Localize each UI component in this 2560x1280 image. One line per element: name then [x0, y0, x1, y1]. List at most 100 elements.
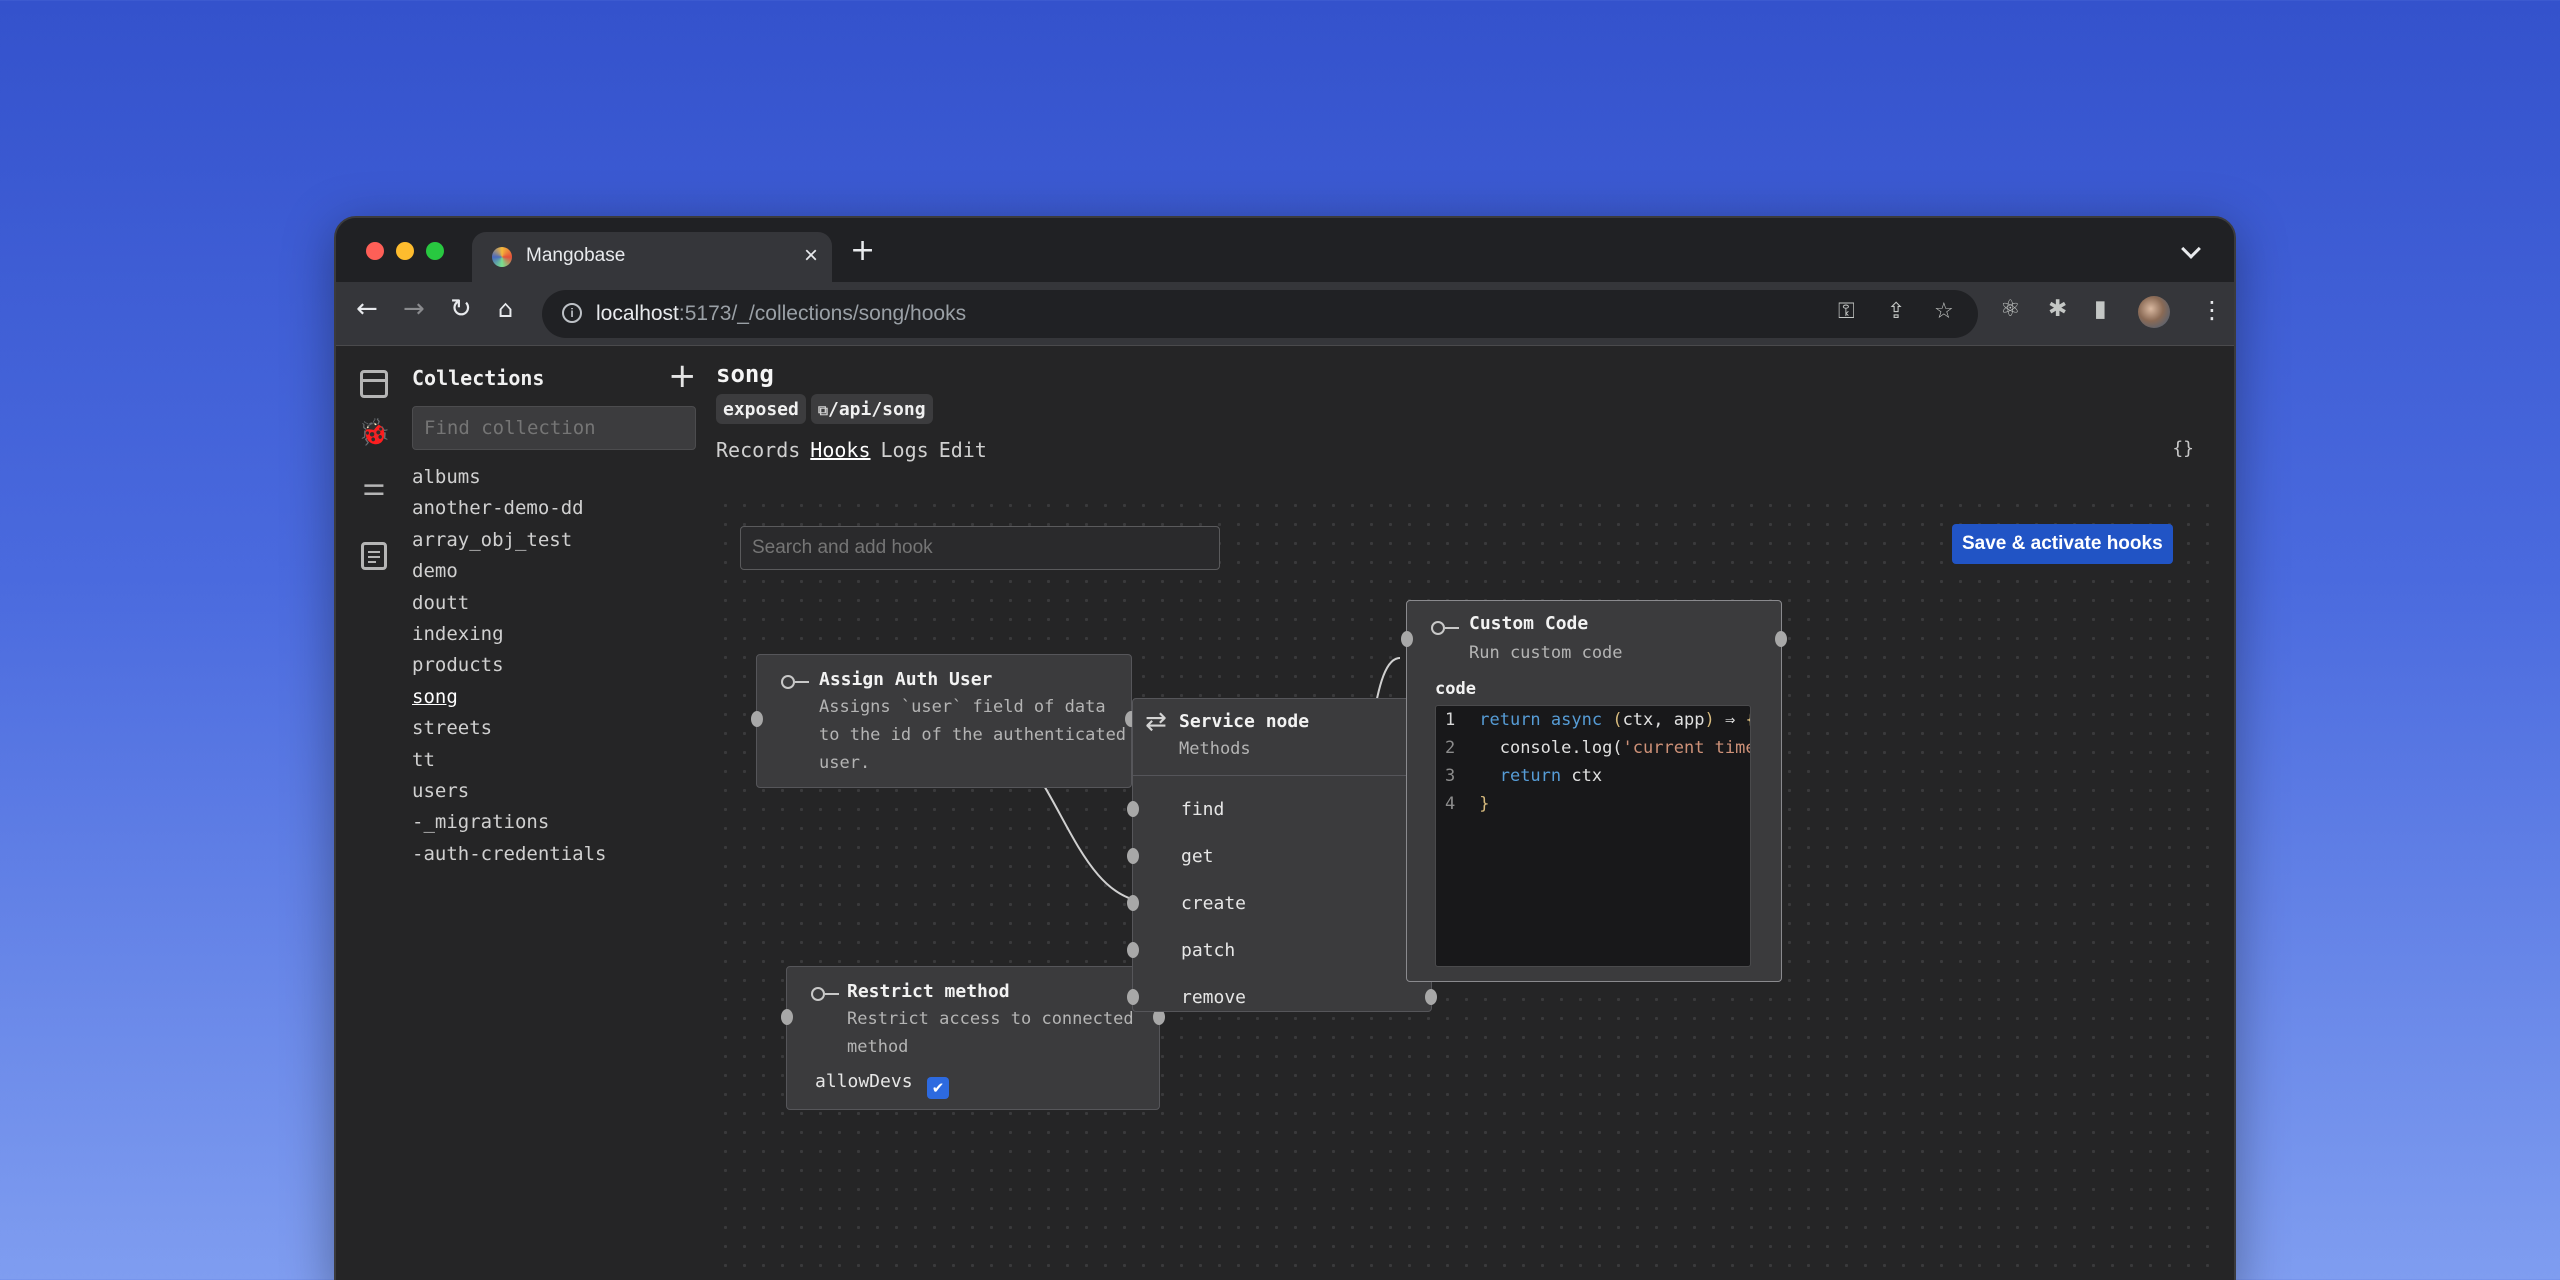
collection-item-migrations[interactable]: -_migrations — [412, 807, 606, 838]
maximize-window-button[interactable] — [426, 242, 444, 260]
remove-output-port[interactable] — [1425, 989, 1437, 1005]
profile-avatar[interactable] — [2138, 296, 2170, 328]
collection-tabs: Records Hooks Logs Edit — [716, 438, 997, 462]
patch-input-port[interactable] — [1127, 942, 1139, 958]
tab-strip: Mangobase × + — [336, 218, 2234, 282]
swap-arrows-icon: ⇄ — [1145, 707, 1167, 737]
code-line-3: 3 return ctx — [1445, 766, 1603, 786]
collection-item-another-demo-dd[interactable]: another-demo-dd — [412, 493, 606, 524]
new-tab-button[interactable]: + — [850, 233, 875, 268]
node-description: Restrict access to connected method — [847, 1009, 1134, 1057]
node-title: Custom Code — [1469, 613, 1589, 634]
code-line-4: 4 } — [1445, 794, 1490, 814]
reload-icon[interactable]: ↻ — [450, 294, 472, 324]
code-field-label: code — [1435, 679, 1476, 699]
tab-hooks[interactable]: Hooks — [810, 438, 870, 462]
site-info-icon[interactable]: i — [562, 303, 582, 323]
share-icon[interactable]: ⇪ — [1887, 299, 1905, 324]
key-icon[interactable]: ⚿ — [1838, 299, 1855, 324]
mangobase-app: 🐞 ⚌ Collections + albums another-demo-dd… — [336, 346, 2234, 1280]
input-port[interactable] — [751, 711, 763, 727]
react-devtools-icon[interactable]: ⚛ — [2000, 296, 2021, 322]
remove-input-port[interactable] — [1127, 989, 1139, 1005]
tab-title: Mangobase — [526, 245, 626, 266]
tab-search-chevron-icon[interactable] — [2181, 239, 2201, 259]
node-subtitle: Run custom code — [1469, 643, 1623, 663]
create-input-port[interactable] — [1127, 895, 1139, 911]
collections-title: Collections — [412, 366, 545, 390]
collection-list: albums another-demo-dd array_obj_test de… — [412, 462, 606, 870]
service-node[interactable]: ⇄ Service node Methods find get create p… — [1127, 698, 1437, 1012]
save-activate-hooks-button[interactable]: Save & activate hooks — [1952, 524, 2173, 564]
close-window-button[interactable] — [366, 242, 384, 260]
method-patch: patch — [1181, 940, 1236, 961]
extensions-puzzle-icon[interactable]: ✱ — [2048, 296, 2067, 322]
method-remove: remove — [1181, 987, 1247, 1008]
json-braces-icon[interactable]: {} — [2172, 438, 2194, 459]
collection-item-streets[interactable]: streets — [412, 713, 606, 744]
collection-item-users[interactable]: users — [412, 776, 606, 807]
node-subtitle: Methods — [1179, 739, 1251, 759]
input-port[interactable] — [781, 1009, 793, 1025]
output-port[interactable] — [1775, 631, 1787, 647]
url-text[interactable]: localhost:5173/_/collections/song/hooks — [596, 302, 966, 326]
collections-icon[interactable] — [360, 370, 388, 398]
mango-favicon-icon — [492, 247, 512, 267]
bookmark-star-icon[interactable]: ☆ — [1934, 299, 1954, 324]
collection-item-demo[interactable]: demo — [412, 556, 606, 587]
page-title: song — [716, 360, 774, 388]
browser-window: Mangobase × + ← → ↻ ⌂ i localhost:5173/_… — [334, 216, 2236, 1280]
bug-icon[interactable]: 🐞 — [358, 418, 390, 450]
home-icon[interactable]: ⌂ — [498, 295, 513, 323]
find-collection-input[interactable] — [412, 406, 696, 450]
tab-records[interactable]: Records — [716, 438, 800, 462]
collection-item-song[interactable]: song — [412, 682, 606, 713]
allow-devs-checkbox[interactable]: ✔ — [927, 1077, 949, 1099]
method-find: find — [1181, 799, 1225, 820]
hook-key-icon — [1431, 621, 1459, 635]
minimize-window-button[interactable] — [396, 242, 414, 260]
allow-devs-label: allowDevs — [815, 1071, 913, 1092]
collection-item-indexing[interactable]: indexing — [412, 619, 606, 650]
tab-edit[interactable]: Edit — [939, 438, 987, 462]
collection-item-auth-credentials[interactable]: -auth-credentials — [412, 839, 606, 870]
browser-menu-icon[interactable]: ⋮ — [2200, 296, 2224, 324]
method-create: create — [1181, 893, 1247, 914]
restrict-method-node[interactable]: Restrict method Restrict access to conne… — [781, 966, 1165, 1110]
address-bar[interactable]: i localhost:5173/_/collections/song/hook… — [542, 290, 1978, 338]
settings-sliders-icon[interactable]: ⚌ — [358, 472, 390, 504]
collection-item-tt[interactable]: tt — [412, 745, 606, 776]
method-get: get — [1181, 846, 1214, 867]
forward-arrow-icon[interactable]: → — [403, 294, 425, 324]
collection-main: song exposed ⧉/api/song Records Hooks Logs… — [716, 346, 2234, 1280]
code-editor[interactable]: 1 return async (ctx, app) ⇒ { 2 console.… — [1435, 705, 1751, 967]
back-arrow-icon[interactable]: ← — [356, 294, 378, 324]
collection-item-doutt[interactable]: doutt — [412, 588, 606, 619]
side-panel-icon[interactable]: ▮ — [2094, 296, 2107, 322]
add-collection-button[interactable]: + — [668, 356, 697, 396]
node-title: Service node — [1179, 711, 1310, 732]
tab-logs[interactable]: Logs — [881, 438, 929, 462]
find-input-port[interactable] — [1127, 801, 1139, 817]
node-title: Restrict method — [847, 981, 1010, 1002]
copy-icon[interactable]: ⧉ — [818, 403, 828, 419]
input-port[interactable] — [1401, 631, 1413, 647]
get-input-port[interactable] — [1127, 848, 1139, 864]
custom-code-node[interactable]: Custom Code Run custom code code 1 retur… — [1401, 600, 1787, 982]
node-title: Assign Auth User — [819, 669, 993, 690]
code-line-2: 2 console.log('current time', — [1445, 738, 1750, 758]
assign-auth-user-node[interactable]: Assign Auth User Assigns `user` field of… — [751, 654, 1137, 788]
search-add-hook-input[interactable] — [740, 526, 1220, 570]
divider — [1133, 775, 1431, 776]
hooks-canvas[interactable]: Save & activate hooks Assign Auth User A… — [716, 496, 2218, 1280]
hook-key-icon — [781, 675, 809, 689]
api-path-badge[interactable]: ⧉/api/song — [811, 394, 933, 424]
hook-key-icon — [811, 987, 839, 1001]
collection-item-products[interactable]: products — [412, 650, 606, 681]
collection-item-array-obj-test[interactable]: array_obj_test — [412, 525, 606, 556]
api-path-text: /api/song — [828, 399, 926, 420]
browser-tab[interactable]: Mangobase × — [472, 232, 832, 282]
logs-document-icon[interactable] — [361, 542, 387, 570]
tab-close-icon[interactable]: × — [804, 242, 818, 270]
collection-item-albums[interactable]: albums — [412, 462, 606, 493]
